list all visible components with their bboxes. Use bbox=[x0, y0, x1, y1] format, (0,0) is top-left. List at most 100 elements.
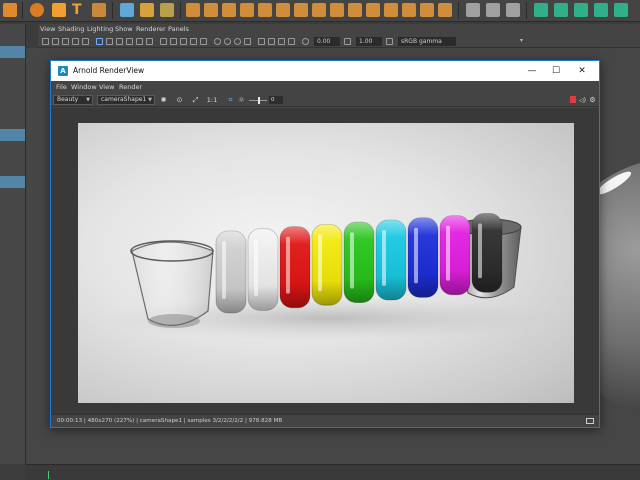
poly-icon[interactable] bbox=[420, 3, 434, 17]
render-canvas-area[interactable] bbox=[51, 108, 599, 414]
xray-icon[interactable] bbox=[268, 38, 275, 45]
curve-icon[interactable] bbox=[506, 3, 520, 17]
viewport-menu-shading[interactable]: Shading bbox=[58, 25, 84, 33]
viewport-menu-view[interactable]: View bbox=[40, 25, 55, 33]
camera-select[interactable]: cameraShape1 ▼ bbox=[97, 95, 155, 105]
camera-icon[interactable] bbox=[82, 38, 89, 45]
svg-tool-icon[interactable] bbox=[92, 3, 106, 17]
deform-icon[interactable] bbox=[140, 3, 154, 17]
aa-icon[interactable] bbox=[234, 38, 241, 45]
viewport-menu-panels[interactable]: Panels bbox=[168, 25, 189, 33]
grid-icon[interactable] bbox=[116, 38, 123, 45]
poly-icon[interactable] bbox=[240, 3, 254, 17]
poly-icon[interactable] bbox=[294, 3, 308, 17]
gamma-icon[interactable] bbox=[344, 38, 351, 45]
menu-view[interactable]: View bbox=[99, 83, 114, 91]
left-panel-tab[interactable] bbox=[0, 176, 25, 188]
transform-icon[interactable] bbox=[120, 3, 134, 17]
crop-region-icon[interactable]: ⌗ bbox=[226, 96, 235, 105]
grid-icon[interactable] bbox=[96, 38, 103, 45]
menu-window[interactable]: Window bbox=[71, 83, 97, 91]
render-image[interactable] bbox=[78, 123, 574, 403]
viewport-menu-show[interactable]: Show bbox=[115, 25, 133, 33]
menu-render[interactable]: Render bbox=[119, 83, 142, 91]
exposure-icon[interactable]: ☼ bbox=[237, 96, 246, 105]
left-panel-tab[interactable] bbox=[0, 129, 25, 141]
exposure-icon[interactable] bbox=[302, 38, 309, 45]
shape-icon[interactable] bbox=[614, 3, 628, 17]
light-icon[interactable] bbox=[190, 38, 197, 45]
camera-icon[interactable] bbox=[52, 38, 59, 45]
camera-icon[interactable] bbox=[62, 38, 69, 45]
left-panel-tab[interactable] bbox=[0, 46, 25, 58]
wireframe-icon[interactable] bbox=[160, 38, 167, 45]
camera-icon[interactable] bbox=[72, 38, 79, 45]
ring-highlight bbox=[222, 241, 226, 299]
speaker-icon[interactable]: ◁) bbox=[578, 96, 587, 105]
exposure-field[interactable]: 0.00 bbox=[314, 37, 340, 46]
uv-icon[interactable] bbox=[160, 3, 174, 17]
poly-icon[interactable] bbox=[186, 3, 200, 17]
poly-icon[interactable] bbox=[402, 3, 416, 17]
zoom-ratio-button[interactable]: 1:1 bbox=[206, 96, 218, 105]
zoom-fit-icon[interactable]: ⤢ bbox=[191, 96, 200, 105]
viewport-menu-lighting[interactable]: Lighting bbox=[87, 25, 113, 33]
poly-icon[interactable] bbox=[330, 3, 344, 17]
smooth-shade-icon[interactable] bbox=[170, 38, 177, 45]
grid-icon[interactable] bbox=[126, 38, 133, 45]
poly-icon[interactable] bbox=[276, 3, 290, 17]
grid-icon[interactable] bbox=[136, 38, 143, 45]
exposure-slider-thumb[interactable] bbox=[258, 97, 260, 104]
exposure-value-field[interactable]: 0 bbox=[269, 96, 283, 104]
motion-blur-icon[interactable] bbox=[224, 38, 231, 45]
isolate-icon[interactable] bbox=[258, 38, 265, 45]
timeline-bar[interactable] bbox=[26, 464, 640, 480]
shadow-icon[interactable] bbox=[200, 38, 207, 45]
close-icon[interactable]: ✕ bbox=[575, 64, 589, 78]
poly-icon[interactable] bbox=[438, 3, 452, 17]
time-indicator[interactable] bbox=[48, 471, 49, 479]
color-management-icon[interactable] bbox=[386, 38, 393, 45]
xray-components-icon[interactable] bbox=[288, 38, 295, 45]
gear-icon[interactable]: ⚙ bbox=[588, 96, 597, 105]
shape-icon[interactable] bbox=[594, 3, 608, 17]
grid-icon[interactable] bbox=[146, 38, 153, 45]
poly-icon[interactable] bbox=[348, 3, 362, 17]
ao-icon[interactable] bbox=[214, 38, 221, 45]
shape-icon[interactable] bbox=[534, 3, 548, 17]
curve-icon[interactable] bbox=[486, 3, 500, 17]
sphere-icon[interactable] bbox=[30, 3, 44, 17]
renderview-menubar: File Window View Render bbox=[51, 81, 599, 93]
star-icon[interactable] bbox=[52, 3, 66, 17]
gamma-field[interactable]: 1.00 bbox=[356, 37, 382, 46]
poly-icon[interactable] bbox=[384, 3, 398, 17]
curve-icon[interactable] bbox=[466, 3, 480, 17]
aov-select[interactable]: Beauty ▼ bbox=[53, 95, 93, 105]
shape-icon[interactable] bbox=[554, 3, 568, 17]
poly-icon[interactable] bbox=[366, 3, 380, 17]
text-tool-icon[interactable]: T bbox=[72, 3, 86, 17]
shelf-tool-icon[interactable] bbox=[3, 3, 17, 17]
poly-icon[interactable] bbox=[222, 3, 236, 17]
renderview-titlebar[interactable]: A Arnold RenderView — ☐ ✕ bbox=[51, 61, 599, 81]
poly-icon[interactable] bbox=[312, 3, 326, 17]
viewport-menu-renderer[interactable]: Renderer bbox=[136, 25, 166, 33]
camera-icon[interactable] bbox=[42, 38, 49, 45]
record-icon[interactable] bbox=[570, 96, 576, 103]
poly-icon[interactable] bbox=[258, 3, 272, 17]
shape-icon[interactable] bbox=[574, 3, 588, 17]
maximize-icon[interactable]: ☐ bbox=[549, 64, 563, 78]
left-panel bbox=[0, 24, 26, 464]
grid-icon[interactable] bbox=[106, 38, 113, 45]
menu-file[interactable]: File bbox=[56, 83, 67, 91]
snapshot-icon[interactable] bbox=[586, 418, 594, 424]
minimize-icon[interactable]: — bbox=[525, 64, 539, 78]
texture-icon[interactable] bbox=[180, 38, 187, 45]
poly-icon[interactable] bbox=[204, 3, 218, 17]
xray-joints-icon[interactable] bbox=[278, 38, 285, 45]
dof-icon[interactable] bbox=[244, 38, 251, 45]
render-icon[interactable]: ✺ bbox=[159, 96, 168, 105]
chevron-down-icon[interactable]: ▾ bbox=[520, 37, 523, 44]
stop-icon[interactable]: ⊙ bbox=[175, 96, 184, 105]
color-space-select[interactable]: sRGB gamma bbox=[398, 37, 456, 46]
